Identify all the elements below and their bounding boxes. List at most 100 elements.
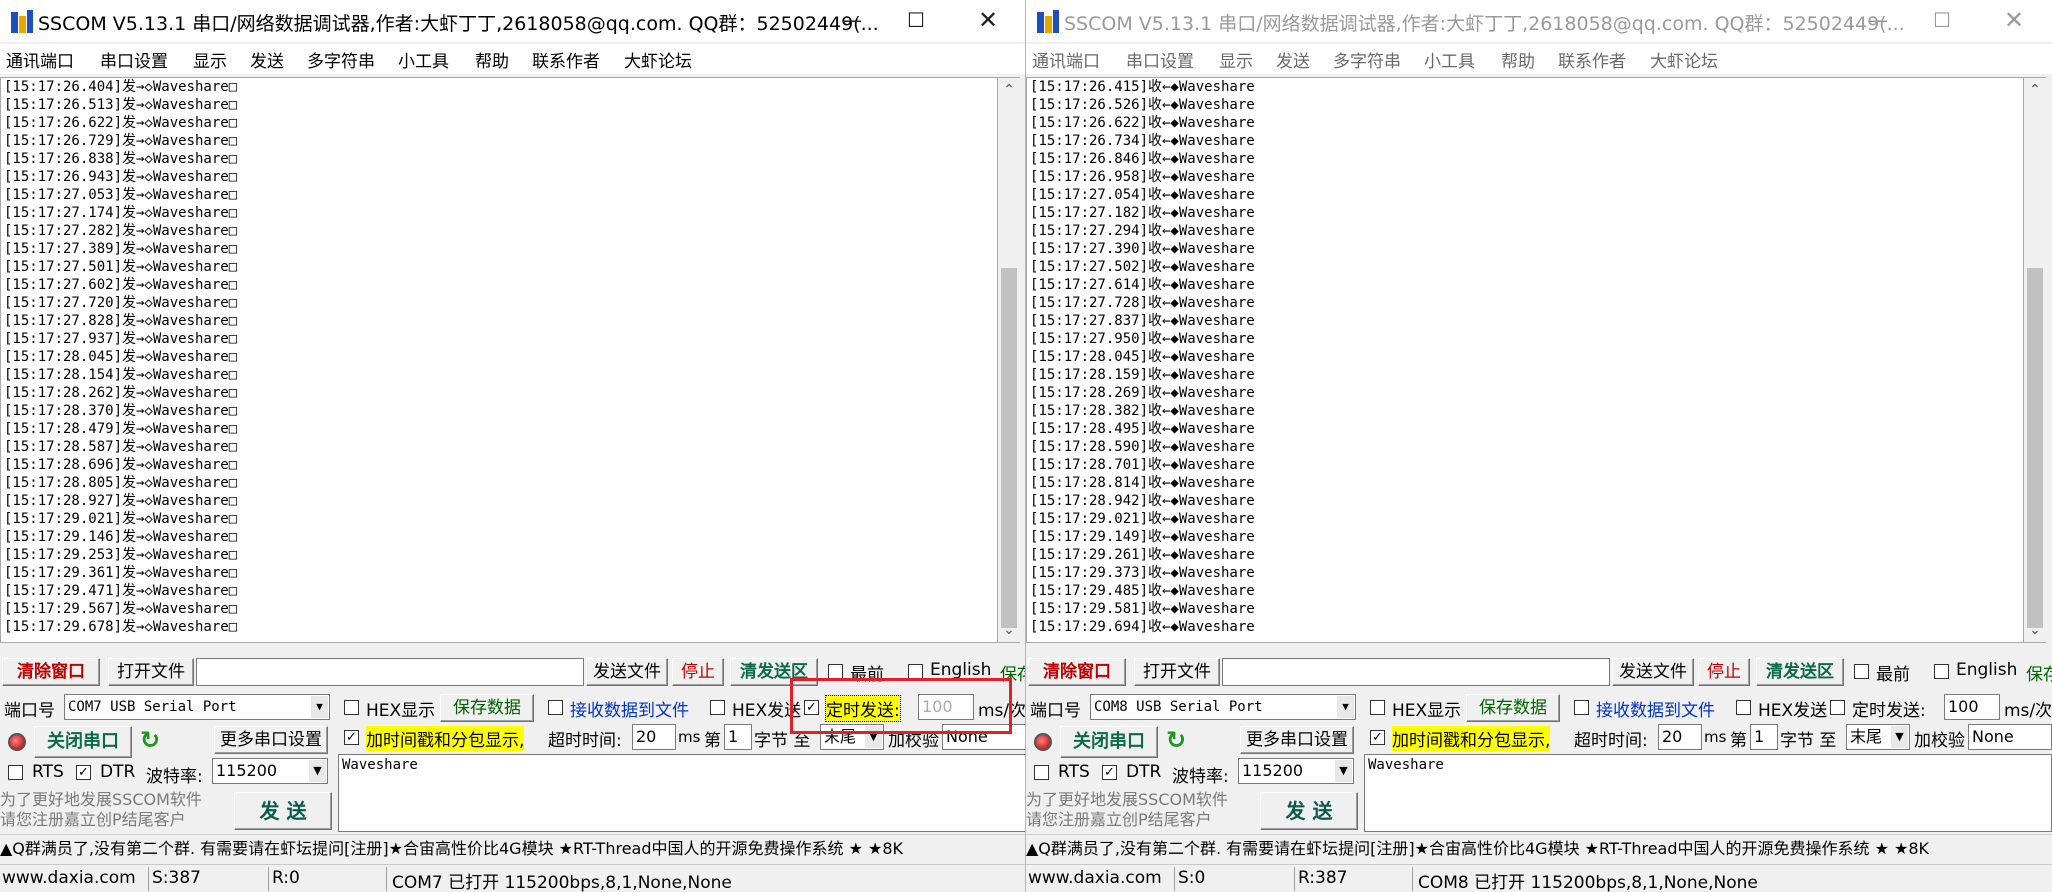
status-site[interactable]: www.daxia.com [2,868,136,888]
timeout-input[interactable]: 20 [1658,724,1702,750]
menu-item[interactable]: 大虾论坛 [624,47,692,72]
send-file-button[interactable]: 发送文件 [1612,658,1694,686]
more-port-settings-button[interactable]: 更多串口设置 [1240,726,1354,754]
status-site[interactable]: www.daxia.com [1028,868,1162,888]
rts-checkbox[interactable] [1034,765,1049,780]
minimize-button[interactable]: — [1848,0,1908,42]
english-checkbox[interactable] [1934,664,1949,679]
menu-item[interactable]: 多字符串 [1333,47,1401,72]
timestamp-checkbox[interactable]: ✓ [344,730,359,745]
refresh-icon[interactable]: ↻ [1166,726,1186,754]
chevron-down-icon[interactable]: ▼ [1337,696,1354,718]
scroll-up-icon[interactable]: ⌃ [2024,80,2046,100]
save-data-button[interactable]: 保存数据 [1466,694,1560,722]
open-file-button[interactable]: 打开文件 [1134,658,1220,686]
dtr-checkbox[interactable]: ✓ [76,765,91,780]
receive-log[interactable]: [15:17:26.415]收←◆Waveshare [15:17:26.526]… [1026,77,2024,643]
chevron-down-icon[interactable]: ▼ [311,696,328,718]
close-button[interactable]: ✕ [958,0,1018,42]
stop-button[interactable]: 停止 [672,658,724,686]
menu-item[interactable]: 联系作者 [532,47,600,72]
menu-item[interactable]: 串口设置 [1126,47,1194,72]
close-button[interactable]: ✕ [1984,0,2044,42]
menu-item[interactable]: 联系作者 [1558,47,1626,72]
clear-window-button[interactable]: 清除窗口 [2,658,100,686]
send-text-area[interactable]: Waveshare [338,754,1025,832]
baud-select[interactable]: 115200 ▼ [212,758,328,784]
rts-checkbox[interactable] [8,765,23,780]
close-port-button[interactable]: 关闭串口 [1060,726,1158,758]
menu-item[interactable]: 多字符串 [307,47,375,72]
clear-window-button[interactable]: 清除窗口 [1028,658,1126,686]
timestamp-checkbox[interactable]: ✓ [1370,730,1385,745]
stop-button[interactable]: 停止 [1698,658,1750,686]
scroll-down-icon[interactable]: ⌄ [998,620,1020,640]
register-promo-text[interactable]: 为了更好地发展SSCOM软件 请您注册嘉立创P结尾客户 [1026,790,1228,830]
scroll-thumb[interactable] [1001,268,1017,628]
promo-ticker[interactable]: ▲Q群满员了,没有第二个群. 有需要请在虾坛提问[注册]★合宙高性价比4G模块 … [0,834,1025,863]
menu-item[interactable]: 小工具 [398,47,449,72]
port-select[interactable]: COM7 USB Serial Port ▼ [64,694,330,720]
dtr-checkbox[interactable]: ✓ [1102,765,1117,780]
menu-item[interactable]: 小工具 [1424,47,1475,72]
receive-log[interactable]: [15:17:26.404]发→◇Waveshare□ [15:17:26.513… [0,77,998,643]
log-scrollbar[interactable]: ⌃ ⌄ [998,77,1020,643]
chevron-down-icon[interactable]: ▼ [309,760,326,782]
open-file-button[interactable]: 打开文件 [108,658,194,686]
byte-from-input[interactable]: 1 [724,724,752,750]
clear-send-area-button[interactable]: 清发送区 [1756,658,1844,686]
hex-send-checkbox[interactable] [1736,700,1751,715]
promo-ticker[interactable]: ▲Q群满员了,没有第二个群. 有需要请在虾坛提问[注册]★合宙高性价比4G模块 … [1026,834,2052,863]
recv-to-file-label[interactable]: 接收数据到文件 [570,696,689,721]
log-scrollbar[interactable]: ⌃ ⌄ [2024,77,2046,643]
byte-to-select[interactable]: 末尾 ▼ [1846,724,1910,750]
recv-to-file-checkbox[interactable] [548,700,563,715]
menu-item[interactable]: 发送 [1276,47,1310,72]
hex-display-checkbox[interactable] [344,700,359,715]
chevron-down-icon[interactable]: ▼ [1891,726,1908,748]
menu-item[interactable]: 帮助 [1501,47,1535,72]
recv-to-file-label[interactable]: 接收数据到文件 [1596,696,1715,721]
minimize-button[interactable]: — [822,0,882,42]
scroll-down-icon[interactable]: ⌄ [2024,620,2046,640]
menu-item[interactable]: 串口设置 [100,47,168,72]
save-data-button[interactable]: 保存数据 [440,694,534,722]
menu-item[interactable]: 大虾论坛 [1650,47,1718,72]
close-port-button[interactable]: 关闭串口 [34,726,132,758]
more-port-settings-button[interactable]: 更多串口设置 [214,726,328,754]
menu-item[interactable]: 帮助 [475,47,509,72]
menu-item[interactable]: 发送 [250,47,284,72]
save-params-button[interactable]: 保存参数 [2026,660,2052,685]
send-button[interactable]: 发 送 [1260,792,1358,830]
title-bar[interactable]: SSCOM V5.13.1 串口/网络数据调试器,作者:大虾丁丁,2618058… [0,0,1025,42]
always-on-top-checkbox[interactable] [1854,664,1869,679]
file-path-input[interactable] [1222,658,1610,686]
menu-item[interactable]: 显示 [193,47,227,72]
refresh-icon[interactable]: ↻ [140,726,160,754]
recv-to-file-checkbox[interactable] [1574,700,1589,715]
hex-send-checkbox[interactable] [710,700,725,715]
checksum-select[interactable]: None [1968,724,2052,750]
english-checkbox[interactable] [908,664,923,679]
timeout-input[interactable]: 20 [632,724,676,750]
timed-send-checkbox[interactable] [1830,700,1845,715]
port-select[interactable]: COM8 USB Serial Port ▼ [1090,694,1356,720]
always-on-top-checkbox[interactable] [828,664,843,679]
menu-item[interactable]: 显示 [1219,47,1253,72]
register-promo-text[interactable]: 为了更好地发展SSCOM软件 请您注册嘉立创P结尾客户 [0,790,202,830]
hex-display-checkbox[interactable] [1370,700,1385,715]
send-file-button[interactable]: 发送文件 [586,658,668,686]
maximize-button[interactable]: ☐ [1912,0,1972,42]
menu-item[interactable]: 通讯端口 [6,47,74,72]
menu-item[interactable]: 通讯端口 [1032,47,1100,72]
send-button[interactable]: 发 送 [234,792,332,830]
title-bar[interactable]: SSCOM V5.13.1 串口/网络数据调试器,作者:大虾丁丁,2618058… [1026,0,2052,42]
send-text-area[interactable]: Waveshare [1364,754,2052,832]
interval-input[interactable]: 100 [1944,694,2000,720]
chevron-down-icon[interactable]: ▼ [1335,760,1352,782]
maximize-button[interactable]: ☐ [886,0,946,42]
scroll-thumb[interactable] [2027,268,2043,628]
baud-select[interactable]: 115200 ▼ [1238,758,1354,784]
byte-from-input[interactable]: 1 [1750,724,1778,750]
file-path-input[interactable] [196,658,584,686]
